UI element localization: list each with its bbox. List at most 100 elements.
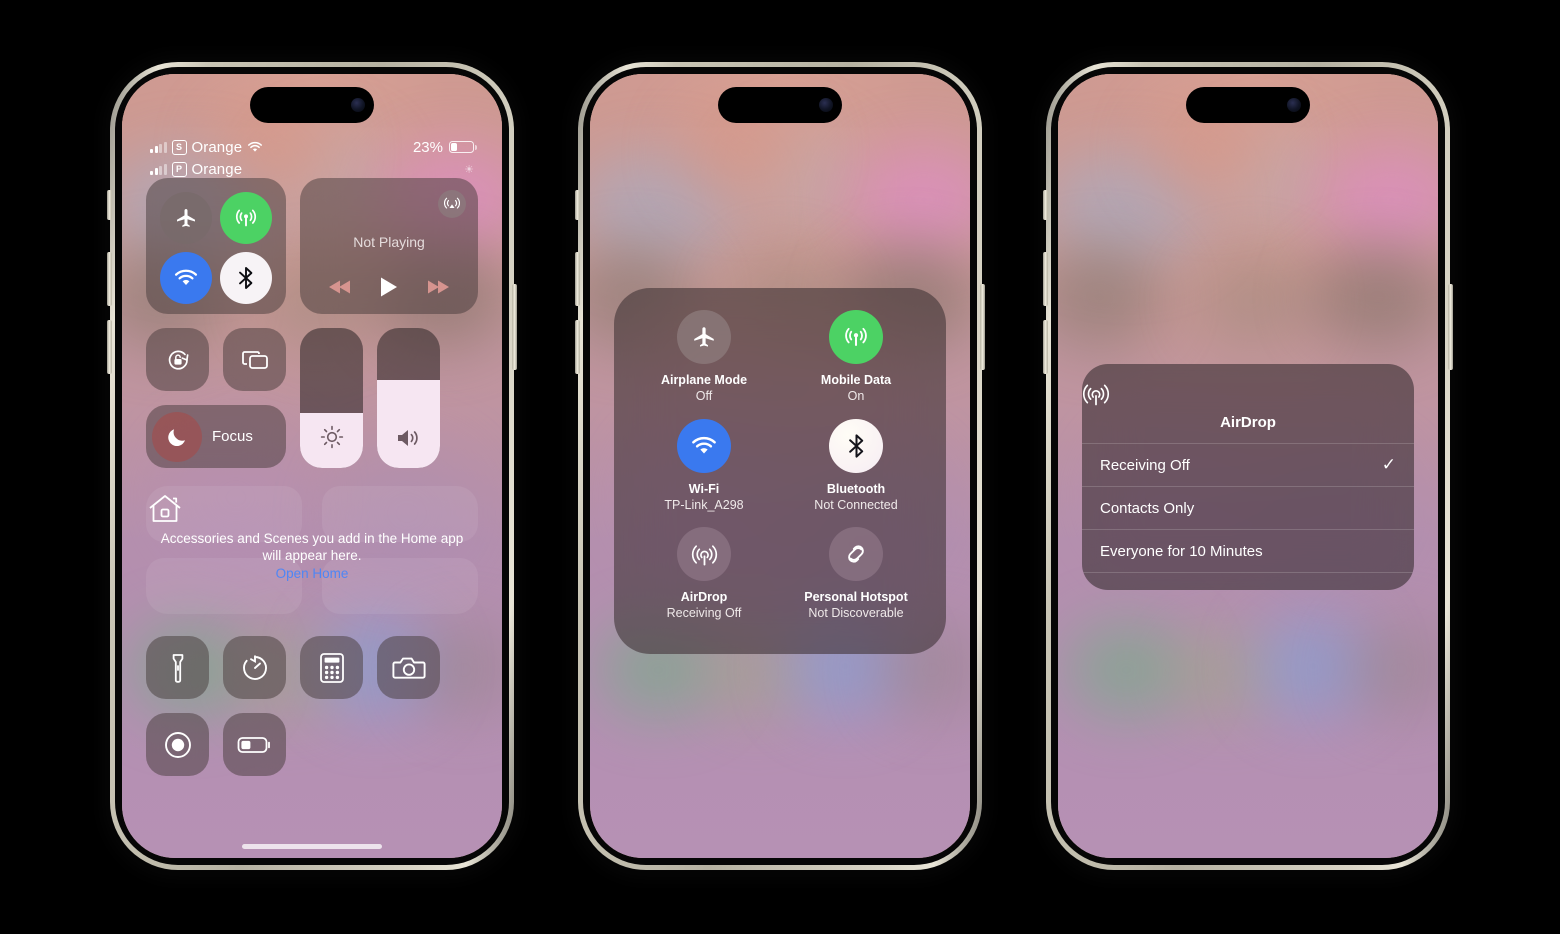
- flashlight-button[interactable]: [146, 636, 209, 699]
- airdrop-menu: AirDrop Receiving Off ✓ Contacts Only Ev…: [1082, 364, 1414, 590]
- media-tile[interactable]: Not Playing: [300, 178, 478, 314]
- media-next-button[interactable]: [426, 279, 450, 295]
- phone-screen-2: Airplane Mode Off Mobile Data On Wi-Fi T…: [590, 74, 970, 858]
- battery-percent: 23%: [412, 138, 443, 156]
- home-icon: [146, 492, 478, 526]
- power-button[interactable]: [512, 284, 517, 370]
- airplane-mode-toggle[interactable]: [160, 192, 212, 244]
- airdrop-label: AirDrop: [680, 590, 728, 605]
- signal-bars-sim1-icon: [150, 141, 167, 153]
- brightness-icon: [300, 424, 363, 450]
- power-button[interactable]: [1448, 284, 1453, 370]
- sim2-carrier: Orange: [191, 160, 243, 178]
- personal-hotspot-label: Personal Hotspot: [804, 590, 908, 605]
- connectivity-tile[interactable]: [146, 178, 286, 314]
- bluetooth-value: Not Connected: [814, 497, 898, 512]
- personal-hotspot-item[interactable]: Personal Hotspot Not Discoverable: [780, 527, 932, 636]
- airdrop-option-everyone-10-minutes[interactable]: Everyone for 10 Minutes: [1082, 529, 1414, 572]
- control-center: Not Playing Focus Accessories and Scenes…: [122, 178, 502, 858]
- rotation-lock-toggle[interactable]: [146, 328, 209, 391]
- signal-bars-sim2-icon: [150, 163, 167, 175]
- dynamic-island: [718, 87, 842, 123]
- volume-up-button[interactable]: [575, 252, 580, 306]
- phone-2: Airplane Mode Off Mobile Data On Wi-Fi T…: [570, 54, 990, 880]
- airplane-mode-item[interactable]: Airplane Mode Off: [628, 310, 780, 419]
- wifi-value: TP-Link_A298: [664, 497, 744, 512]
- airdrop-icon[interactable]: [677, 527, 731, 582]
- bluetooth-label: Bluetooth: [826, 481, 886, 496]
- airdrop-option-label: Receiving Off: [1100, 456, 1190, 474]
- airdrop-menu-header: AirDrop: [1082, 364, 1414, 443]
- airdrop-icon: [1082, 380, 1414, 408]
- airdrop-menu-footer: [1082, 572, 1414, 590]
- airplane-icon[interactable]: [677, 310, 731, 364]
- wifi-icon[interactable]: [677, 418, 731, 473]
- cellular-icon[interactable]: [829, 310, 883, 364]
- airdrop-option-contacts-only[interactable]: Contacts Only: [1082, 486, 1414, 529]
- silent-switch[interactable]: [1043, 190, 1048, 220]
- status-bar: S Orange 23% P Orange ☀: [122, 136, 502, 180]
- sim1-carrier: Orange: [191, 138, 243, 156]
- personal-hotspot-value: Not Discoverable: [808, 606, 904, 621]
- connectivity-panel: Airplane Mode Off Mobile Data On Wi-Fi T…: [614, 288, 946, 654]
- airdrop-item[interactable]: AirDrop Receiving Off: [628, 527, 780, 636]
- airplane-mode-value: Off: [695, 389, 713, 403]
- sim2-badge: P: [171, 161, 187, 177]
- mobile-data-toggle[interactable]: [220, 192, 272, 244]
- mobile-data-value: On: [847, 389, 865, 403]
- power-button[interactable]: [980, 284, 985, 370]
- sync-spinner-icon: ☀: [464, 163, 474, 176]
- moon-icon: [152, 411, 202, 462]
- volume-down-button[interactable]: [107, 320, 112, 374]
- wifi-item[interactable]: Wi-Fi TP-Link_A298: [628, 418, 780, 528]
- focus-toggle[interactable]: Focus: [146, 405, 286, 468]
- wifi-icon: [247, 141, 263, 153]
- phone-screen-3: AirDrop Receiving Off ✓ Contacts Only Ev…: [1058, 74, 1438, 858]
- mobile-data-label: Mobile Data: [820, 373, 892, 387]
- camera-button[interactable]: [377, 636, 440, 699]
- mobile-data-item[interactable]: Mobile Data On: [780, 310, 932, 419]
- timer-button[interactable]: [223, 636, 286, 699]
- dynamic-island: [1186, 87, 1310, 123]
- media-title: Not Playing: [353, 234, 425, 250]
- dynamic-island: [250, 87, 374, 123]
- volume-down-button[interactable]: [1043, 320, 1048, 374]
- airdrop-option-label: Contacts Only: [1100, 499, 1195, 517]
- front-camera-icon: [819, 98, 833, 112]
- volume-up-button[interactable]: [1043, 252, 1048, 306]
- bluetooth-item[interactable]: Bluetooth Not Connected: [780, 418, 932, 528]
- home-indicator[interactable]: [242, 844, 382, 849]
- volume-up-button[interactable]: [107, 252, 112, 306]
- hotspot-icon[interactable]: [829, 527, 883, 582]
- wifi-toggle[interactable]: [160, 252, 212, 304]
- phone-3: AirDrop Receiving Off ✓ Contacts Only Ev…: [1038, 54, 1458, 880]
- bluetooth-toggle[interactable]: [220, 252, 272, 304]
- volume-slider[interactable]: [377, 328, 440, 468]
- airdrop-option-receiving-off[interactable]: Receiving Off ✓: [1082, 443, 1414, 486]
- home-widget[interactable]: Accessories and Scenes you add in the Ho…: [146, 486, 478, 614]
- phone-1: S Orange 23% P Orange ☀ Not Playing Focu…: [102, 54, 522, 880]
- airplane-mode-label: Airplane Mode: [660, 373, 748, 387]
- checkmark-icon: ✓: [1381, 455, 1396, 474]
- volume-down-button[interactable]: [575, 320, 580, 374]
- silent-switch[interactable]: [575, 190, 580, 220]
- screen-mirroring-toggle[interactable]: [223, 328, 286, 391]
- airdrop-option-label: Everyone for 10 Minutes: [1100, 542, 1263, 560]
- media-play-button[interactable]: [380, 276, 398, 298]
- low-power-mode-button[interactable]: [223, 713, 286, 776]
- brightness-slider[interactable]: [300, 328, 363, 468]
- front-camera-icon: [1287, 98, 1301, 112]
- airdrop-value: Receiving Off: [666, 606, 742, 621]
- front-camera-icon: [351, 98, 365, 112]
- screen-record-button[interactable]: [146, 713, 209, 776]
- phone-screen-1: S Orange 23% P Orange ☀ Not Playing Focu…: [122, 74, 502, 858]
- wifi-label: Wi-Fi: [688, 481, 720, 496]
- calculator-button[interactable]: [300, 636, 363, 699]
- open-home-link[interactable]: Open Home: [146, 566, 478, 581]
- silent-switch[interactable]: [107, 190, 112, 220]
- home-widget-message: Accessories and Scenes you add in the Ho…: [160, 531, 464, 563]
- airplay-icon[interactable]: [438, 190, 466, 218]
- screenshot-canvas: S Orange 23% P Orange ☀ Not Playing Focu…: [0, 0, 1560, 934]
- bluetooth-icon[interactable]: [829, 418, 883, 473]
- media-previous-button[interactable]: [328, 279, 352, 295]
